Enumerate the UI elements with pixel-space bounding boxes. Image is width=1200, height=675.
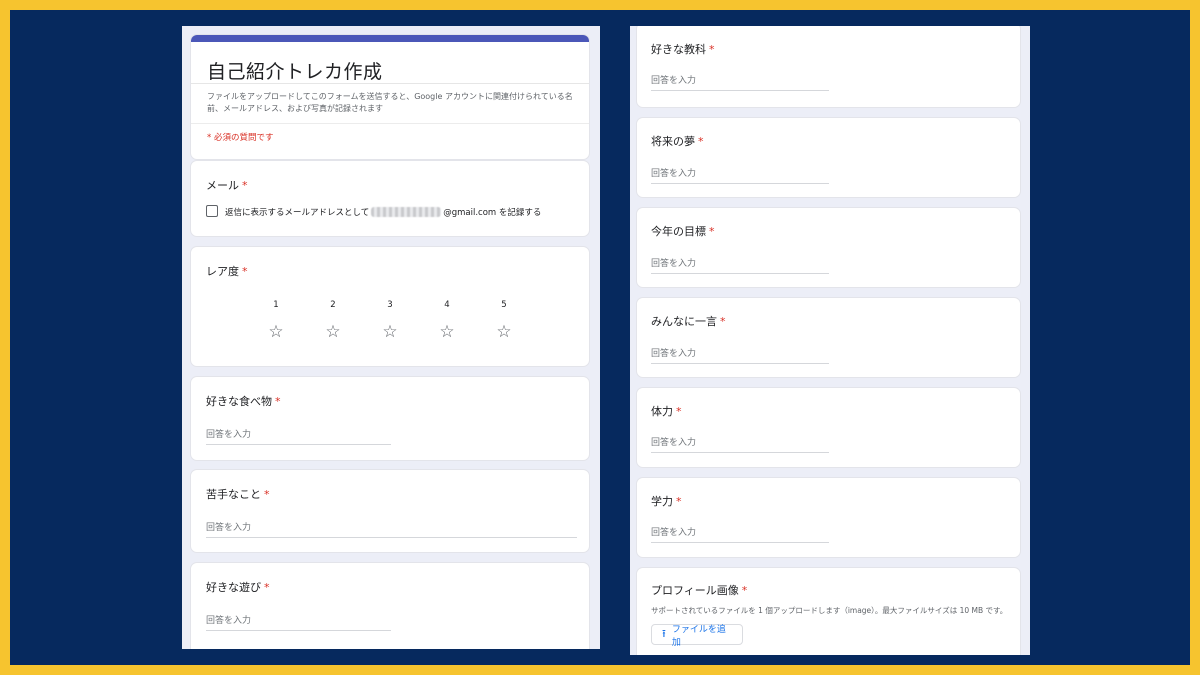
header-accent-bar (191, 35, 589, 42)
star-icon[interactable]: ☆ (493, 324, 515, 341)
question-title: 好きな遊び * (206, 581, 270, 594)
star-icon[interactable]: ☆ (322, 324, 344, 341)
question-card-rarity: レア度 * 1 2 3 4 5 ☆ ☆ ☆ ☆ ☆ (190, 246, 590, 367)
question-card-email: メール * 返信に表示するメールアドレスとして @gmail.com を記録する (190, 160, 590, 237)
question-card: 好きな遊び * 回答を入力 (190, 562, 590, 649)
required-mark: * (275, 395, 281, 408)
question-title: 好きな教科 * (651, 43, 715, 56)
question-card: 体力 * 回答を入力 (636, 387, 1021, 468)
required-mark: * (698, 135, 704, 148)
question-card: 好きな教科 * 回答を入力 (636, 26, 1021, 108)
question-title: 今年の目標 * (651, 225, 715, 238)
answer-input[interactable]: 回答を入力 (206, 520, 577, 538)
form-header-card: 自己紹介トレカ作成 ファイルをアップロードしてこのフォームを送信すると、Goog… (190, 34, 590, 160)
required-mark: * (264, 488, 270, 501)
question-title: 苦手なこと * (206, 488, 270, 501)
required-mark: * (720, 315, 726, 328)
required-mark: * (676, 495, 682, 508)
question-card: 今年の目標 * 回答を入力 (636, 207, 1021, 288)
question-card: 好きな食べ物 * 回答を入力 (190, 376, 590, 461)
rating-scale-label: 1 (273, 300, 279, 310)
required-mark: * (242, 179, 248, 192)
question-card: みんなに一言 * 回答を入力 (636, 297, 1021, 378)
rating-scale-label: 2 (330, 300, 336, 310)
question-title: プロフィール画像 * (651, 584, 748, 597)
form-title: 自己紹介トレカ作成 (207, 61, 383, 83)
answer-input[interactable]: 回答を入力 (651, 256, 829, 274)
rating-scale-label: 4 (444, 300, 450, 310)
redacted-email (371, 207, 442, 217)
answer-input[interactable]: 回答を入力 (651, 525, 829, 543)
required-mark: * (676, 405, 682, 418)
form-description: ファイルをアップロードしてこのフォームを送信すると、Google アカウントに関… (207, 92, 573, 113)
rating-scale-label: 5 (501, 300, 507, 310)
required-mark: * (264, 581, 270, 594)
question-title: みんなに一言 * (651, 315, 726, 328)
answer-input[interactable]: 回答を入力 (651, 435, 829, 453)
required-mark: * (741, 584, 748, 597)
question-card: 学力 * 回答を入力 (636, 477, 1021, 558)
upload-hint: サポートされているファイルを 1 個アップロードします（image）。最大ファイ… (651, 606, 1008, 615)
question-title: メール * (206, 179, 248, 192)
rating-scale-label: 3 (387, 300, 393, 310)
required-note: * 必須の質問です (207, 133, 274, 143)
divider (191, 123, 589, 124)
question-card: 将来の夢 * 回答を入力 (636, 117, 1021, 198)
required-mark: * (709, 225, 715, 238)
record-email-checkbox[interactable] (206, 205, 218, 217)
required-mark: * (242, 265, 248, 278)
star-icon[interactable]: ☆ (436, 324, 458, 341)
question-title: 体力 * (651, 405, 682, 418)
question-title: レア度 * (206, 265, 248, 278)
form-screenshot-left: 自己紹介トレカ作成 ファイルをアップロードしてこのフォームを送信すると、Goog… (182, 26, 600, 649)
form-screenshot-right: 好きな教科 * 回答を入力 将来の夢 * 回答を入力 今年の目標 * 回答を入力 みん… (630, 26, 1030, 655)
answer-input[interactable]: 回答を入力 (206, 427, 391, 445)
question-card-profile-image: プロフィール画像 * サポートされているファイルを 1 個アップロードします（im… (636, 567, 1021, 655)
question-card: 苦手なこと * 回答を入力 (190, 469, 590, 553)
add-file-button[interactable]: ⭱ ファイルを追加 (651, 624, 743, 648)
required-mark: * (709, 43, 715, 56)
answer-input[interactable]: 回答を入力 (651, 166, 829, 184)
answer-input[interactable]: 回答を入力 (206, 613, 391, 631)
question-title: 学力 * (651, 495, 682, 508)
question-title: 将来の夢 * (651, 135, 704, 148)
question-title: 好きな食べ物 * (206, 395, 281, 408)
star-icon[interactable]: ☆ (265, 324, 287, 341)
answer-input[interactable]: 回答を入力 (651, 346, 829, 364)
upload-icon: ⭱ (662, 627, 666, 640)
star-icon[interactable]: ☆ (379, 324, 401, 341)
record-email-label[interactable]: 返信に表示するメールアドレスとして @gmail.com を記録する (225, 206, 541, 218)
add-file-label: ファイルを追加 (671, 624, 726, 648)
divider (191, 83, 589, 84)
answer-input[interactable]: 回答を入力 (651, 73, 829, 91)
